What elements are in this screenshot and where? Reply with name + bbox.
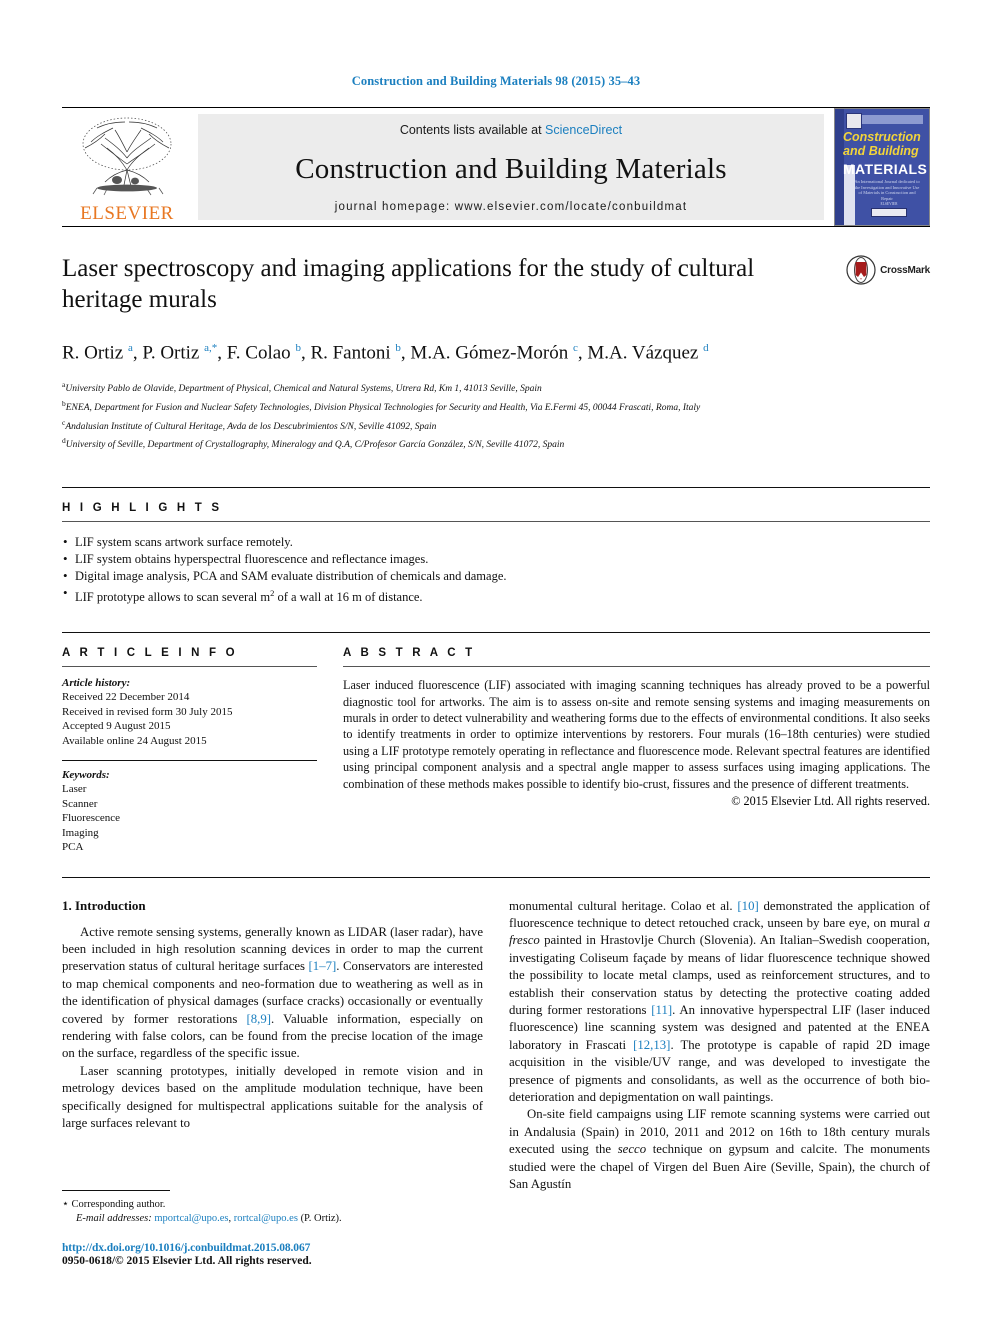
keywords-rule xyxy=(62,760,317,762)
paragraph: On-site field campaigns using LIF remote… xyxy=(509,1107,930,1192)
journal-title: Construction and Building Materials xyxy=(295,152,727,185)
list-item: LIF system scans artwork surface remotel… xyxy=(62,533,930,551)
abstract-copyright: © 2015 Elsevier Ltd. All rights reserved… xyxy=(731,793,930,808)
article-history-label: Article history: xyxy=(62,677,131,690)
cover-footer-box xyxy=(871,208,907,217)
cover-title-line3: MATERIALS xyxy=(843,161,928,177)
list-item: Digital image analysis, PCA and SAM eval… xyxy=(62,567,930,585)
asterisk-icon: ⋆ xyxy=(62,1198,69,1210)
cover-blurb: An International Journal dedicated to th… xyxy=(854,179,920,201)
running-head: Construction and Building Materials 98 (… xyxy=(351,74,641,88)
affiliation-item: aUniversity Pablo de Olavide, Department… xyxy=(62,378,930,397)
keyword-item: Imaging xyxy=(62,826,99,839)
email-note: E-mail addresses: mportcal@upo.es, rortc… xyxy=(62,1212,492,1226)
affiliation-item: dUniversity of Seville, Department of Cr… xyxy=(62,434,930,453)
email-link-1[interactable]: mportcal@upo.es xyxy=(154,1213,228,1224)
affiliation-list: aUniversity Pablo de Olavide, Department… xyxy=(62,378,930,453)
article-history-item: Received in revised form 30 July 2015 xyxy=(62,705,233,718)
article-history-item: Received 22 December 2014 xyxy=(62,691,190,704)
body-top-rule xyxy=(62,876,930,878)
highlights-section: H I G H L I G H T S LIF system scans art… xyxy=(62,486,930,606)
footnote-area: ⋆ Corresponding author. E-mail addresses… xyxy=(62,1190,492,1267)
abstract-text: Laser induced fluorescence (LIF) associa… xyxy=(343,678,930,791)
affiliation-text: University of Seville, Department of Cry… xyxy=(65,440,565,451)
body-columns: 1. Introduction Active remote sensing sy… xyxy=(62,898,930,1194)
article-info-heading: A R T I C L E I N F O xyxy=(62,647,238,660)
keyword-item: Scanner xyxy=(62,797,98,810)
article-history-item: Accepted 9 August 2015 xyxy=(62,720,171,733)
email-label: E-mail addresses: xyxy=(76,1213,152,1224)
highlights-list: LIF system scans artwork surface remotel… xyxy=(62,533,930,606)
article-history-item: Available online 24 August 2015 xyxy=(62,734,207,747)
elsevier-wordmark: ELSEVIER xyxy=(80,203,174,224)
paragraph: monumental cultural heritage. Colao et a… xyxy=(509,898,930,1105)
email-link-2[interactable]: rortcal@upo.es xyxy=(234,1213,298,1224)
journal-cover-thumbnail: Construction and Building MATERIALS An I… xyxy=(834,108,930,226)
affiliation-item: cAndalusian Institute of Cultural Herita… xyxy=(62,416,930,435)
highlights-under-rule xyxy=(62,520,930,522)
affiliation-item: bENEA, Department for Fusion and Nuclear… xyxy=(62,397,930,416)
paper-page: Construction and Building Materials 98 (… xyxy=(0,0,992,1323)
page-title: Laser spectroscopy and imaging applicati… xyxy=(62,255,755,313)
info-abstract-section: A R T I C L E I N F O A B S T R A C T Ar… xyxy=(62,632,930,855)
body-column-left: 1. Introduction Active remote sensing sy… xyxy=(62,898,483,1194)
affiliation-text: ENEA, Department for Fusion and Nuclear … xyxy=(65,403,701,414)
journal-homepage[interactable]: journal homepage: www.elsevier.com/locat… xyxy=(335,201,688,213)
elsevier-tree-icon xyxy=(82,117,172,196)
author-list: R. Ortiz a, P. Ortiz a,*, F. Colao b, R.… xyxy=(62,342,709,364)
body-column-right: monumental cultural heritage. Colao et a… xyxy=(509,898,930,1194)
cover-top-bar xyxy=(861,115,923,124)
journal-masthead: ELSEVIER Contents lists available at Sci… xyxy=(62,107,930,226)
abstract-column: Laser induced fluorescence (LIF) associa… xyxy=(343,667,930,855)
cover-publisher-mark xyxy=(846,113,862,129)
keyword-item: Laser xyxy=(62,783,87,796)
list-item: LIF system obtains hyperspectral fluores… xyxy=(62,550,930,568)
contents-prefix: Contents lists available at xyxy=(399,123,546,137)
section-title-introduction: 1. Introduction xyxy=(62,897,146,913)
affiliation-text: Andalusian Institute of Cultural Heritag… xyxy=(65,421,437,432)
issn-copyright: 0950-0618/© 2015 Elsevier Ltd. All right… xyxy=(62,1255,312,1267)
crossmark-badge[interactable]: CrossMark xyxy=(820,253,930,366)
affiliation-text: University Pablo de Olavide, Department … xyxy=(65,384,542,395)
cover-title-line1: Construction xyxy=(843,130,921,144)
article-info-column: Article history: Received 22 December 20… xyxy=(62,667,317,855)
keyword-item: Fluorescence xyxy=(62,812,121,825)
corresponding-author-note: ⋆ Corresponding author. xyxy=(62,1197,492,1212)
doi-link[interactable]: http://dx.doi.org/10.1016/j.conbuildmat.… xyxy=(62,1242,492,1254)
paragraph: Laser scanning prototypes, initially dev… xyxy=(62,1063,483,1131)
corresponding-author-text: Corresponding author. xyxy=(71,1199,166,1210)
cover-title-line2: and Building xyxy=(843,144,919,158)
cover-footer: ELSEVIER xyxy=(859,202,919,217)
email-suffix: (P. Ortiz). xyxy=(297,1213,342,1224)
crossmark-label: CrossMark xyxy=(880,264,930,276)
masthead-bottom-rule xyxy=(62,226,930,227)
abstract-heading: A B S T R A C T xyxy=(343,647,476,660)
list-item: LIF prototype allows to scan several m2 … xyxy=(62,584,930,606)
crossmark-icon xyxy=(846,255,876,285)
sciencedirect-link[interactable]: ScienceDirect xyxy=(545,123,622,137)
info-abstract-top-rule xyxy=(62,632,930,634)
keywords-label: Keywords: xyxy=(62,769,110,782)
keyword-item: PCA xyxy=(62,841,84,854)
paragraph: Active remote sensing systems, generally… xyxy=(62,924,483,1061)
journal-band: Contents lists available at ScienceDirec… xyxy=(198,114,824,220)
title-block: Laser spectroscopy and imaging applicati… xyxy=(62,253,930,366)
cover-footer-text: ELSEVIER xyxy=(880,202,898,206)
highlights-heading: H I G H L I G H T S xyxy=(62,501,223,514)
elsevier-logo: ELSEVIER xyxy=(62,108,192,226)
contents-lists-line: Contents lists available at ScienceDirec… xyxy=(400,123,622,137)
footnote-rule xyxy=(62,1190,170,1191)
doi-block: http://dx.doi.org/10.1016/j.conbuildmat.… xyxy=(62,1242,492,1267)
